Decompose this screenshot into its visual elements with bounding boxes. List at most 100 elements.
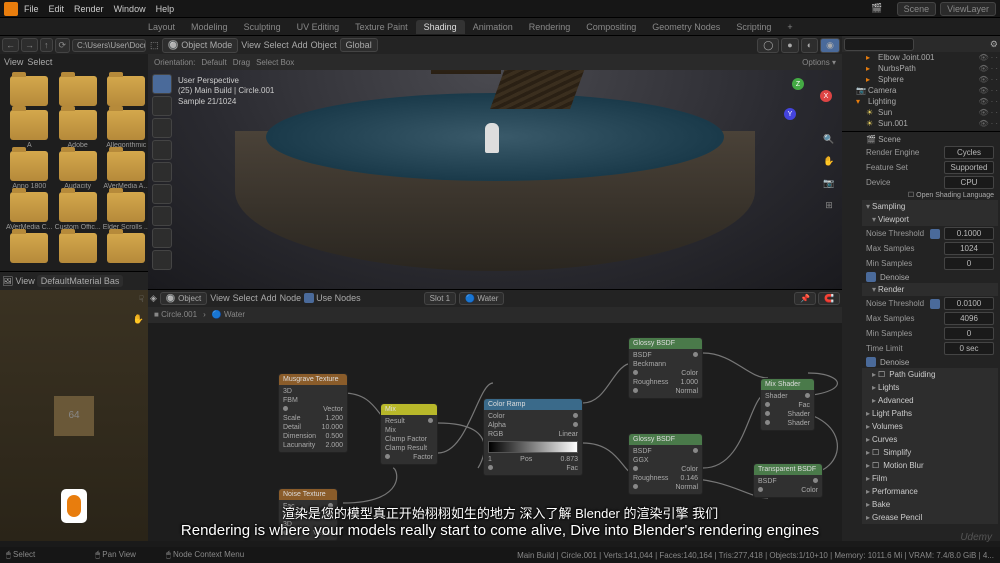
tab-sculpting[interactable]: Sculpting — [236, 20, 289, 34]
folder-item[interactable]: Audacity — [55, 151, 101, 190]
annotate-tool[interactable] — [152, 206, 172, 226]
usenodes-checkbox[interactable] — [304, 293, 314, 303]
menu-file[interactable]: File — [24, 4, 39, 14]
tab-rendering[interactable]: Rendering — [521, 20, 579, 34]
outliner-item[interactable]: ▸Elbow Joint.001👁·· — [842, 52, 1000, 63]
shading-solid[interactable]: ● — [781, 38, 798, 53]
node-mixshader[interactable]: Mix Shader Shader Fac Shader Shader — [760, 378, 815, 431]
maxsamples-val[interactable]: 1024 — [944, 242, 994, 255]
vp-object[interactable]: Object — [311, 40, 337, 50]
node-noise[interactable]: Noise Texture Fac Color 3D Vector — [278, 488, 338, 541]
path-field[interactable]: C:\Users\User\Docu... — [72, 39, 146, 52]
outliner-item[interactable]: ☀Sun👁·· — [842, 107, 1000, 118]
addcube-tool[interactable] — [152, 250, 172, 270]
up-button[interactable]: ↑ — [40, 38, 53, 52]
folder-item[interactable]: Adobe — [55, 110, 101, 149]
panel-performance[interactable]: Performance — [862, 485, 998, 498]
outliner-item[interactable]: ▾Lighting👁·· — [842, 96, 1000, 107]
panel-pathguiding[interactable]: ☐Path Guiding — [862, 368, 998, 381]
move-tool[interactable] — [152, 118, 172, 138]
panel-viewport[interactable]: Viewport — [862, 213, 998, 226]
slot-dropdown[interactable]: Slot 1 — [424, 292, 456, 305]
denoise-check[interactable] — [866, 272, 876, 282]
panel-motionblur[interactable]: ☐Motion Blur — [862, 459, 998, 472]
tab-texturepaint[interactable]: Texture Paint — [347, 20, 416, 34]
image-canvas[interactable]: 64 ☟ ✋ — [0, 290, 148, 541]
panel-lightpaths[interactable]: Light Paths — [862, 407, 998, 420]
breadcrumb-object[interactable]: ■ Circle.001 — [154, 310, 197, 319]
selectbox[interactable]: Select Box — [256, 58, 294, 67]
zoom-icon[interactable]: 🔍 — [820, 130, 838, 148]
outliner-item[interactable]: 📷Camera👁·· — [842, 85, 1000, 96]
folder-item[interactable]: AVerMedia A... — [103, 151, 150, 190]
engine-dropdown[interactable]: Cycles — [944, 146, 994, 159]
editor-type-icon[interactable]: ⬚ — [150, 40, 159, 51]
folder-item[interactable] — [103, 233, 150, 265]
camera-icon[interactable]: 📷 — [820, 174, 838, 192]
tab-modeling[interactable]: Modeling — [183, 20, 236, 34]
folder-item[interactable] — [55, 76, 101, 108]
snap-icon[interactable]: 🧲 — [818, 292, 840, 305]
mode-dropdown[interactable]: 🔘 Object Mode — [162, 38, 239, 53]
node-colorramp[interactable]: Color Ramp Color Alpha RGBLinear 1Pos0.8… — [483, 398, 583, 476]
panel-lights[interactable]: Lights — [862, 381, 998, 394]
scene-field[interactable]: Scene — [897, 2, 937, 16]
folder-item[interactable] — [6, 76, 53, 108]
panel-simplify[interactable]: ☐Simplify — [862, 446, 998, 459]
menu-help[interactable]: Help — [156, 4, 175, 14]
vp-view[interactable]: View — [241, 40, 260, 50]
ne-node[interactable]: Node — [280, 293, 302, 303]
persp-icon[interactable]: ⊞ — [820, 196, 838, 214]
ne-view[interactable]: View — [210, 293, 229, 303]
panel-render[interactable]: Render — [862, 283, 998, 296]
panel-film[interactable]: Film — [862, 472, 998, 485]
menu-render[interactable]: Render — [74, 4, 104, 14]
outliner-item[interactable]: ☀Sun.001👁·· — [842, 118, 1000, 129]
orientation-dropdown[interactable]: Global — [340, 38, 378, 52]
menu-window[interactable]: Window — [114, 4, 146, 14]
panel-curves[interactable]: Curves — [862, 433, 998, 446]
noisethresh-check[interactable] — [930, 229, 940, 239]
scale-tool[interactable] — [152, 162, 172, 182]
shading-matpreview[interactable]: ◐ — [801, 38, 818, 53]
options-button[interactable]: Options — [802, 58, 830, 67]
folder-item[interactable]: Elder Scrolls ... — [103, 192, 150, 231]
transform-tool[interactable] — [152, 184, 172, 204]
fb-view[interactable]: View — [4, 57, 23, 67]
nav-gizmo[interactable]: X Z Y — [784, 78, 832, 126]
tab-compositing[interactable]: Compositing — [578, 20, 644, 34]
outliner-item[interactable]: ▸Sphere👁·· — [842, 74, 1000, 85]
node-canvas[interactable]: Musgrave Texture 3D FBM Vector Scale1.20… — [148, 323, 842, 542]
3d-viewport[interactable]: User Perspective (25) Main Build | Circl… — [148, 70, 842, 289]
folder-item[interactable] — [55, 233, 101, 265]
tab-layout[interactable]: Layout — [140, 20, 183, 34]
folder-item[interactable] — [6, 233, 53, 265]
panel-volumes[interactable]: Volumes — [862, 420, 998, 433]
shader-type[interactable]: 🔘 Object — [160, 292, 207, 305]
denoise2-check[interactable] — [866, 357, 876, 367]
folder-item[interactable]: Anno 1800 — [6, 151, 53, 190]
device-dropdown[interactable]: CPU — [944, 176, 994, 189]
osl-checkbox[interactable]: ☐ Open Shading Language — [908, 191, 994, 199]
material-drop[interactable]: DefaultMaterial Bas — [37, 275, 124, 287]
folder-item[interactable]: Custom Offic... — [55, 192, 101, 231]
ne-add[interactable]: Add — [261, 293, 277, 303]
node-glossy[interactable]: Glossy BSDF BSDF Beckmann Color Roughnes… — [628, 337, 703, 399]
tab-animation[interactable]: Animation — [465, 20, 521, 34]
back-button[interactable]: ← — [2, 38, 19, 52]
node-mix[interactable]: Mix Result Mix Clamp Factor Clamp Result… — [380, 403, 438, 465]
ie-view[interactable]: View — [15, 276, 34, 286]
folder-item[interactable]: A — [6, 110, 53, 149]
tab-scripting[interactable]: Scripting — [728, 20, 779, 34]
outliner-item[interactable]: ▸NurbsPath👁·· — [842, 63, 1000, 74]
ramp-gradient[interactable] — [488, 441, 578, 453]
outliner-search[interactable] — [844, 38, 914, 51]
orientation-value[interactable]: Default — [201, 58, 226, 67]
noisethresh2-check[interactable] — [930, 299, 940, 309]
vp-select[interactable]: Select — [264, 40, 289, 50]
node-transparent[interactable]: Transparent BSDF BSDF Color — [753, 463, 823, 498]
fb-select[interactable]: Select — [27, 57, 52, 67]
node-glossy2[interactable]: Glossy BSDF BSDF GGX Color Roughness0.14… — [628, 433, 703, 495]
panel-grease[interactable]: Grease Pencil — [862, 511, 998, 524]
ne-select[interactable]: Select — [233, 293, 258, 303]
